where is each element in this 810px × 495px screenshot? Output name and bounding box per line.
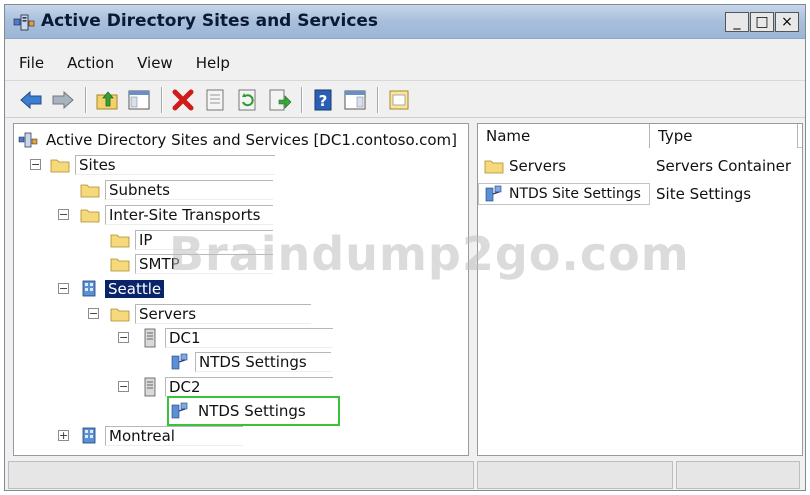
tree-node-montreal[interactable]: Montreal [80,424,243,448]
tree-node-subnets[interactable]: Subnets [80,178,273,202]
menu-help[interactable]: Help [196,54,230,72]
site-settings-icon [485,185,502,202]
close-button[interactable]: × [775,12,799,32]
tree-node-inter-site-transports[interactable]: Inter-Site Transports [80,203,273,227]
tree-node-dc1-ntds[interactable]: NTDS Settings [170,350,331,374]
tree-label-sites: Sites [75,155,275,175]
help-icon[interactable]: ? [309,86,337,114]
tree-node-sites[interactable]: Sites [50,153,275,177]
action-pane-icon[interactable] [341,86,369,114]
show-hide-tree-icon[interactable] [125,86,153,114]
tree-label-dc2-ntds: NTDS Settings [198,402,306,420]
menu-file[interactable]: File [19,54,44,72]
window-controls: _ □ × [724,12,799,34]
tree-root-label: Active Directory Sites and Services [DC1… [46,131,458,149]
list-cell-name: NTDS Site Settings [478,183,650,205]
tree-label-subnets: Subnets [105,180,273,200]
refresh-icon[interactable] [233,86,261,114]
collapse-inter-site-toggle[interactable]: − [58,209,69,220]
toolbar-separator [301,86,303,113]
collapse-seattle-toggle[interactable]: − [58,283,69,294]
folder-icon [80,184,100,198]
new-window-icon[interactable] [385,86,413,114]
up-folder-icon[interactable] [93,86,121,114]
list-row[interactable]: NTDS Site Settings Site Settings [478,181,751,207]
server-icon [144,377,156,397]
toolbar: ? [5,82,805,118]
app-window: Active Directory Sites and Services _ □ … [4,4,806,491]
tree-label-seattle: Seattle [105,280,165,298]
collapse-dc2-toggle[interactable]: − [118,381,129,392]
expand-montreal-toggle[interactable]: + [58,430,69,441]
tree-label-inter-site: Inter-Site Transports [105,205,273,225]
close-icon: × [781,14,793,30]
list-item-name: NTDS Site Settings [509,186,641,202]
title-bar[interactable]: Active Directory Sites and Services _ □ … [5,5,805,39]
list-item-name: Servers [509,157,567,175]
status-cell [8,461,474,489]
tree-node-smtp[interactable]: SMTP [110,252,273,276]
minimize-button[interactable]: _ [725,12,749,32]
ad-sites-root-icon [18,132,38,148]
tree-node-servers[interactable]: Servers [110,302,311,326]
collapse-servers-toggle[interactable]: − [88,308,99,319]
ntds-settings-icon [171,402,188,419]
list-row[interactable]: Servers Servers Container [478,153,791,179]
tree-node-dc1[interactable]: DC1 [140,326,333,350]
menu-action[interactable]: Action [67,54,114,72]
ntds-settings-icon [171,353,188,370]
list-cell-name: Servers [478,156,650,176]
tree-node-dc2-ntds[interactable]: NTDS Settings [167,396,340,426]
tree-label-smtp: SMTP [135,254,273,274]
ad-sites-app-icon [13,13,35,33]
maximize-button[interactable]: □ [750,12,774,32]
properties-icon[interactable] [201,86,229,114]
forward-arrow-icon[interactable] [49,86,77,114]
folder-icon [484,160,504,174]
server-icon [144,328,156,348]
tree-node-root[interactable]: Active Directory Sites and Services [DC1… [18,128,460,152]
tree-label-ip: IP [135,230,273,250]
back-arrow-icon[interactable] [17,86,45,114]
toolbar-separator [161,86,163,113]
tree-label-montreal: Montreal [105,426,243,446]
column-header-type[interactable]: Type [650,124,798,148]
list-item-type: Servers Container [656,157,792,175]
collapse-dc1-toggle[interactable]: − [118,332,129,343]
tree-node-dc2[interactable]: DC2 [140,375,333,399]
column-header-name[interactable]: Name [478,124,650,148]
menu-bar: File Action View Help [5,45,805,81]
toolbar-separator [85,86,87,113]
tree-label-dc1-ntds: NTDS Settings [195,352,331,372]
folder-icon [110,308,130,322]
folder-icon [50,159,70,173]
minimize-icon: _ [733,14,741,30]
folder-icon [80,209,100,223]
tree-label-servers: Servers [135,304,311,324]
site-icon [82,427,96,444]
status-bar [8,461,804,489]
tree-label-dc2: DC2 [165,377,333,397]
tree-node-ip[interactable]: IP [110,228,273,252]
tree-label-dc1: DC1 [165,328,333,348]
menu-view[interactable]: View [137,54,173,72]
collapse-sites-toggle[interactable]: − [30,159,41,170]
maximize-icon: □ [755,14,769,30]
toolbar-separator [377,86,379,113]
tree-node-seattle[interactable]: Seattle [80,277,165,301]
window-title: Active Directory Sites and Services [41,11,379,31]
console-tree-pane[interactable]: Active Directory Sites and Services [DC1… [13,123,469,456]
delete-icon[interactable] [169,86,197,114]
status-cell [676,461,800,489]
export-list-icon[interactable] [265,86,293,114]
status-cell [477,461,673,489]
site-icon [82,280,96,297]
list-item-type: Site Settings [656,185,752,203]
folder-icon [110,258,130,272]
details-pane[interactable]: Name Type Servers Servers Container NTDS… [477,123,803,456]
folder-icon [110,234,130,248]
list-header: Name Type [478,124,802,148]
svg-text:?: ? [319,92,328,110]
